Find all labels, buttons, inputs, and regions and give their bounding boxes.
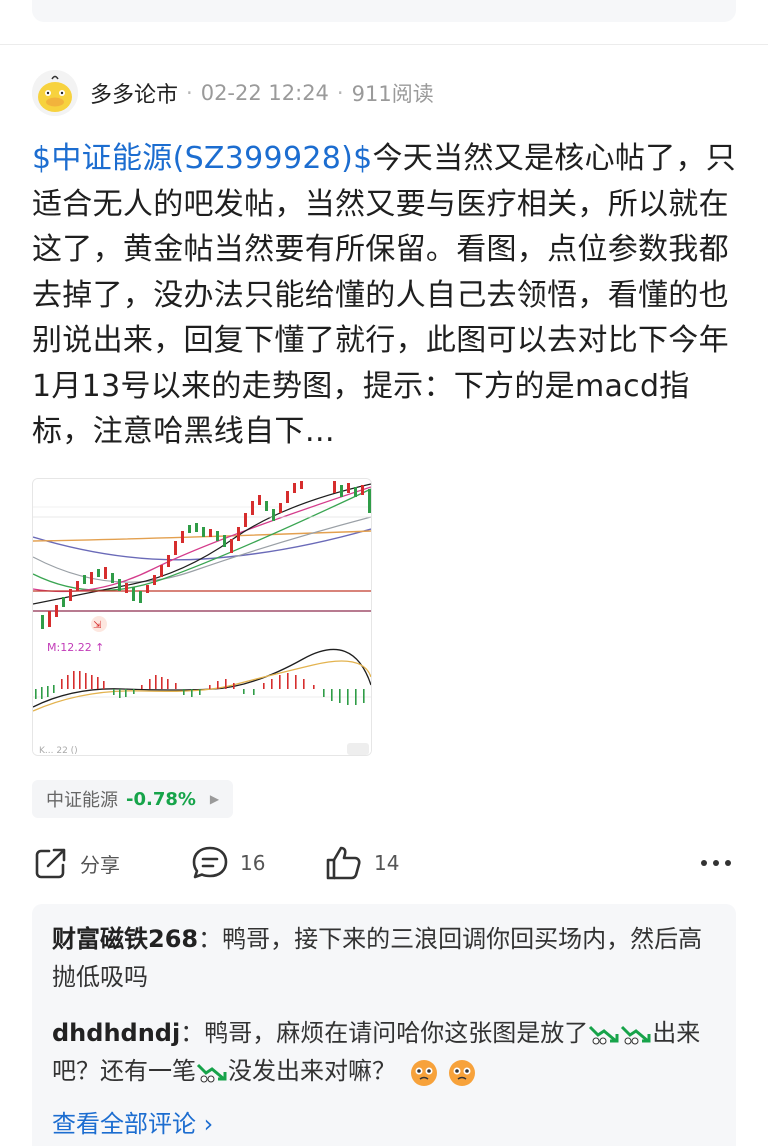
stock-link[interactable]: $中证能源(SZ399928)$	[32, 141, 373, 176]
pleading-face-emoji-icon	[449, 1060, 475, 1086]
post-content[interactable]: $中证能源(SZ399928)$今天当然又是核心帖了，只适合无人的吧发帖，当然又…	[32, 136, 738, 455]
previous-post-card	[32, 0, 736, 22]
stock-tag-name: 中证能源	[46, 790, 118, 811]
duck-avatar-icon	[32, 70, 78, 116]
candlestick-chart-image: ⇲ M:12.22 ↑ K... 22 ()	[33, 479, 371, 755]
share-label: 分享	[80, 852, 120, 877]
chart-bottom-label: K... 22 ()	[39, 746, 78, 755]
post-read-count: 911阅读	[351, 82, 434, 106]
comment-text: 没发出来对嘛？	[228, 1057, 396, 1085]
falling-chart-emoji-icon	[589, 1025, 619, 1045]
pleading-face-emoji-icon	[411, 1060, 437, 1086]
like-button[interactable]: 14	[324, 842, 399, 884]
thumbs-up-icon	[326, 846, 361, 880]
share-button[interactable]: 分享	[32, 842, 120, 884]
action-bar: 分享 16 14	[32, 842, 736, 884]
more-button[interactable]	[696, 842, 736, 884]
comment-item[interactable]: dhdhdndj：鸭哥，麻烦在请问哈你这张图是放了 出来吧？还有一笔 没发出来对嘛？	[52, 1014, 716, 1090]
falling-chart-emoji-icon	[621, 1025, 651, 1045]
like-count: 14	[374, 851, 400, 875]
separator-dot: ·	[186, 81, 193, 105]
svg-text:⇲: ⇲	[93, 620, 102, 631]
more-dots-icon	[701, 860, 731, 866]
comment-item[interactable]: 财富磁铁268：鸭哥，接下来的三浪回调你回买场内，然后高抛低吸吗	[52, 920, 716, 996]
view-all-comments-link[interactable]: 查看全部评论 ›	[52, 1104, 213, 1139]
stock-tag[interactable]: 中证能源 -0.78% ▶	[32, 780, 234, 818]
post-date: 02-22 12:24	[200, 81, 329, 105]
avatar[interactable]	[32, 70, 78, 116]
falling-chart-emoji-icon	[196, 1063, 227, 1083]
post-text: 今天当然又是核心帖了，只适合无人的吧发帖，当然又要与医疗相关，所以就在这了，黄金…	[32, 141, 737, 449]
post-header: 多多论市 · 02-22 12:24 · 911阅读	[32, 70, 434, 116]
play-arrow-icon: ▶	[209, 792, 220, 806]
author-name[interactable]: 多多论市	[90, 77, 178, 109]
comment-user[interactable]: 财富磁铁268	[52, 925, 198, 953]
comment-count: 16	[240, 851, 266, 875]
chart-marker-label: M:12.22 ↑	[47, 641, 104, 654]
comment-button[interactable]: 16	[190, 842, 265, 884]
divider	[0, 44, 768, 45]
comment-text: ：鸭哥，麻烦在请问哈你这张图是放了	[180, 1019, 589, 1047]
comment-icon	[192, 846, 228, 879]
comment-user[interactable]: dhdhdndj	[52, 1019, 180, 1047]
stock-tag-change: -0.78%	[126, 788, 196, 810]
post-meta: · 02-22 12:24 · 911阅读	[186, 78, 434, 108]
comment-preview: 财富磁铁268：鸭哥，接下来的三浪回调你回买场内，然后高抛低吸吗 dhdhdnd…	[32, 904, 736, 1146]
post-image-chart[interactable]: ⇲ M:12.22 ↑ K... 22 ()	[32, 478, 372, 756]
share-icon	[35, 848, 66, 879]
separator-dot: ·	[336, 81, 344, 105]
